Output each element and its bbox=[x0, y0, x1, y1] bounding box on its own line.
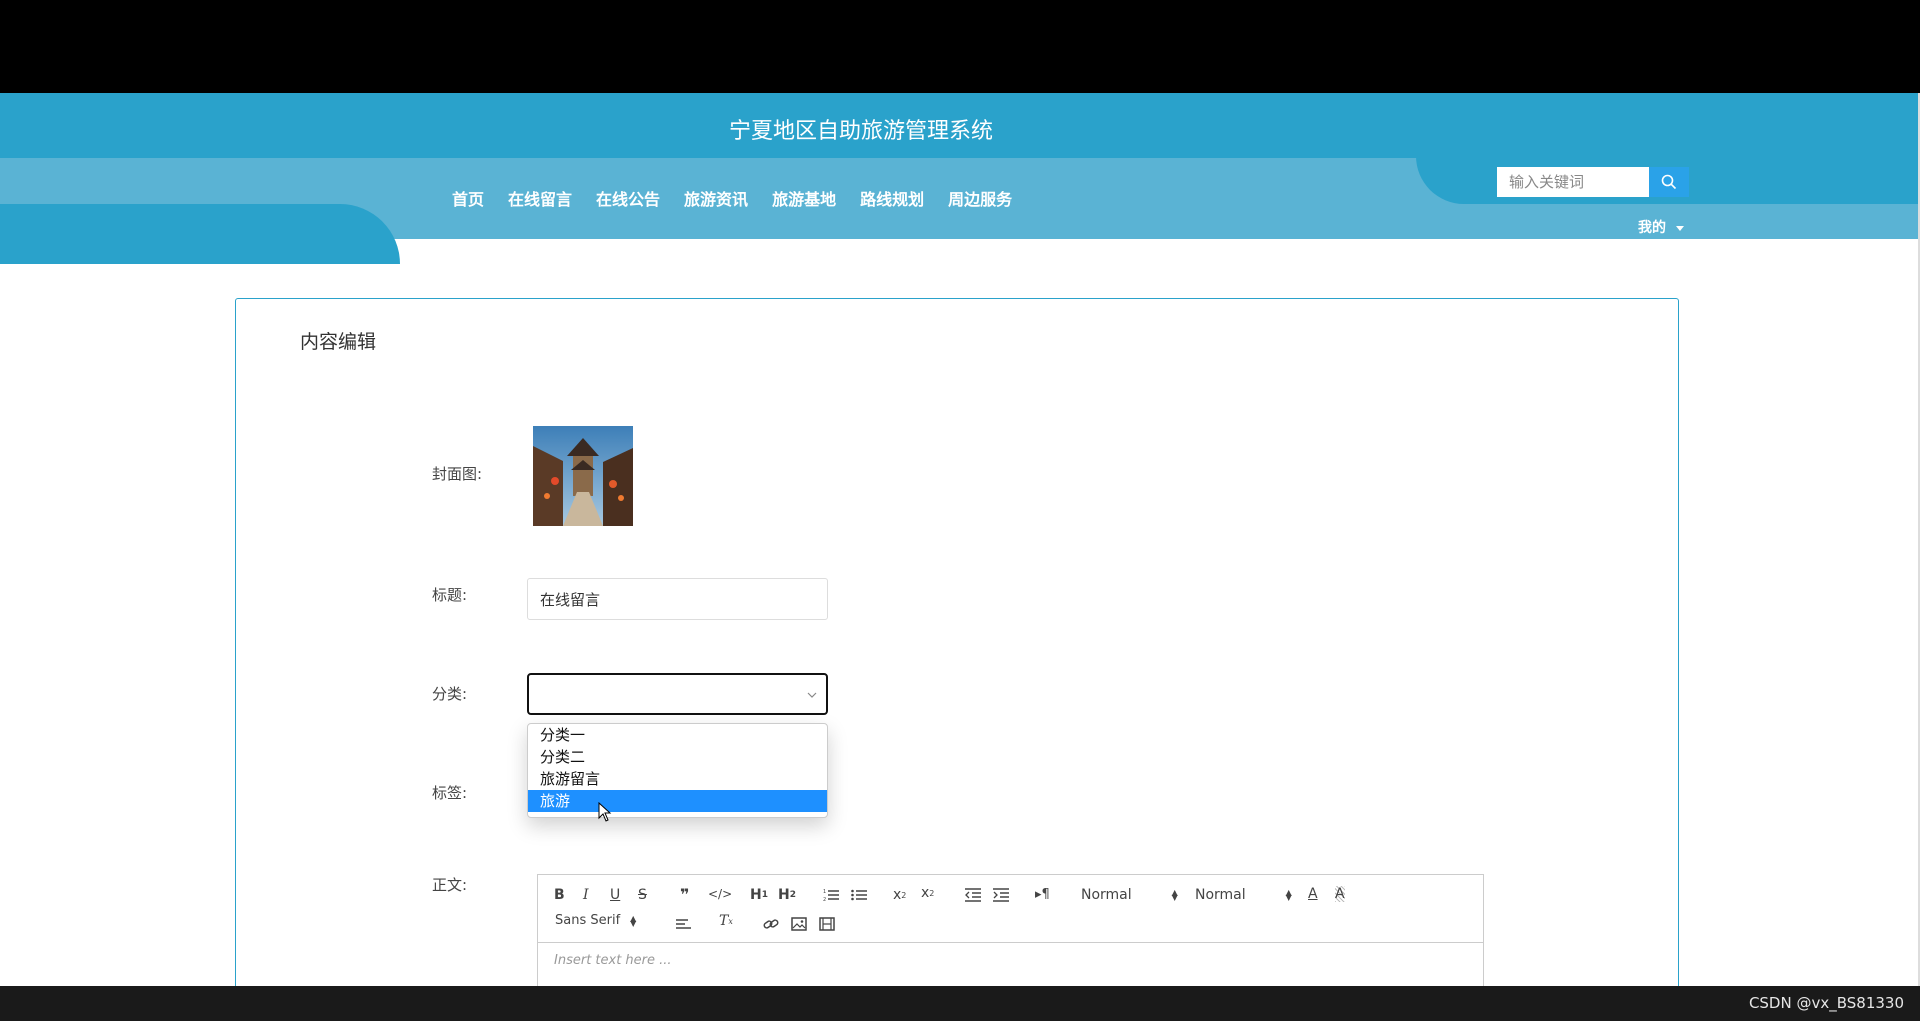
cover-picture bbox=[533, 426, 633, 526]
align-icon[interactable] bbox=[676, 917, 692, 931]
indent-icon[interactable] bbox=[993, 888, 1009, 902]
nav-item-services[interactable]: 周边服务 bbox=[948, 186, 1012, 210]
strike-icon[interactable]: S bbox=[638, 887, 647, 903]
category-select[interactable] bbox=[527, 673, 828, 715]
content-edit-card: 内容编辑 封面图: 标题: 在线留言 分类: 标签: 分类一 分类二 旅游留言 … bbox=[235, 298, 1679, 986]
nav-item-news[interactable]: 旅游资讯 bbox=[684, 186, 748, 210]
size-picker[interactable]: Normal ▲ ▼ bbox=[1195, 887, 1294, 903]
bold-icon[interactable]: B bbox=[554, 887, 565, 903]
video-icon[interactable] bbox=[819, 917, 835, 931]
tags-label: 标签: bbox=[432, 784, 468, 802]
nav-item-notices[interactable]: 在线公告 bbox=[596, 186, 660, 210]
subscript-icon[interactable]: x2 bbox=[893, 887, 906, 903]
heading2-icon[interactable]: H2 bbox=[778, 887, 796, 903]
watermark-text: CSDN @vx_BS81330 bbox=[1748, 994, 1904, 1012]
background-color-icon[interactable]: A bbox=[1335, 886, 1345, 902]
cover-image[interactable] bbox=[533, 426, 633, 526]
nav-item-messages[interactable]: 在线留言 bbox=[508, 186, 572, 210]
screen: 宁夏地区自助旅游管理系统 首页 在线留言 在线公告 旅游资讯 旅游基地 路线规划… bbox=[0, 0, 1920, 1021]
mine-menu[interactable]: 我的 bbox=[1638, 217, 1684, 237]
mouse-cursor-icon bbox=[598, 802, 612, 822]
nav-item-home[interactable]: 首页 bbox=[452, 186, 484, 210]
nav-left-decoration bbox=[0, 204, 400, 264]
svg-text:1: 1 bbox=[823, 889, 826, 895]
category-dropdown: 分类一 分类二 旅游留言 旅游 bbox=[527, 723, 828, 818]
editor-body[interactable]: Insert text here ... bbox=[538, 943, 1483, 978]
top-black-area bbox=[0, 0, 1920, 93]
ordered-list-icon[interactable]: 12 bbox=[823, 888, 839, 902]
size-picker-value: Normal bbox=[1195, 887, 1246, 903]
body-label: 正文: bbox=[432, 876, 468, 894]
title-label: 标题: bbox=[432, 586, 468, 604]
svg-text:2: 2 bbox=[823, 897, 826, 902]
clear-format-icon[interactable]: Tx bbox=[719, 913, 733, 929]
font-picker[interactable]: Sans Serif ▲ ▼ bbox=[555, 913, 638, 928]
header-picker-value: Normal bbox=[1081, 887, 1132, 903]
nav-bar: 首页 在线留言 在线公告 旅游资讯 旅游基地 路线规划 周边服务 我的 bbox=[0, 156, 1918, 264]
text-color-icon[interactable]: A bbox=[1308, 886, 1318, 902]
mine-label: 我的 bbox=[1638, 220, 1666, 236]
heading1-icon[interactable]: H1 bbox=[750, 887, 768, 903]
nav-item-routes[interactable]: 路线规划 bbox=[860, 186, 924, 210]
link-icon[interactable] bbox=[763, 916, 779, 932]
code-icon[interactable]: </> bbox=[708, 887, 732, 901]
nav-item-bases[interactable]: 旅游基地 bbox=[772, 186, 836, 210]
editor-toolbar: B I U S ❞ </> H1 H2 12 x2 x2 ▸¶ Normal ▲… bbox=[538, 875, 1483, 943]
category-option-1[interactable]: 分类一 bbox=[528, 724, 827, 746]
search-input[interactable] bbox=[1497, 167, 1649, 197]
outdent-icon[interactable] bbox=[965, 888, 981, 902]
category-option-4[interactable]: 旅游 bbox=[528, 790, 827, 812]
font-picker-value: Sans Serif bbox=[555, 913, 621, 928]
text-direction-icon[interactable]: ▸¶ bbox=[1035, 887, 1050, 902]
picker-arrows-icon: ▲ ▼ bbox=[1285, 888, 1292, 902]
chevron-down-icon bbox=[807, 692, 817, 698]
category-option-3[interactable]: 旅游留言 bbox=[528, 768, 827, 790]
site-title: 宁夏地区自助旅游管理系统 bbox=[728, 119, 993, 144]
category-option-2[interactable]: 分类二 bbox=[528, 746, 827, 768]
image-icon[interactable] bbox=[791, 917, 807, 931]
header-title-bar: 宁夏地区自助旅游管理系统 bbox=[0, 93, 1918, 158]
editor-placeholder: Insert text here ... bbox=[554, 953, 672, 968]
page: 宁夏地区自助旅游管理系统 首页 在线留言 在线公告 旅游资讯 旅游基地 路线规划… bbox=[0, 93, 1918, 986]
card-title: 内容编辑 bbox=[300, 331, 377, 353]
italic-icon[interactable]: I bbox=[583, 887, 589, 903]
rich-text-editor: B I U S ❞ </> H1 H2 12 x2 x2 ▸¶ Normal ▲… bbox=[537, 874, 1484, 986]
search-icon bbox=[1661, 174, 1677, 190]
bottom-bar: CSDN @vx_BS81330 bbox=[0, 986, 1920, 1021]
underline-icon[interactable]: U bbox=[610, 887, 620, 903]
header-picker[interactable]: Normal ▲ ▼ bbox=[1081, 887, 1180, 903]
title-input-value: 在线留言 bbox=[540, 590, 601, 609]
cover-label: 封面图: bbox=[432, 465, 483, 483]
search-button[interactable] bbox=[1649, 167, 1689, 197]
title-input[interactable]: 在线留言 bbox=[527, 578, 828, 620]
category-label: 分类: bbox=[432, 685, 468, 703]
picker-arrows-icon: ▲ ▼ bbox=[1171, 888, 1178, 902]
picker-arrows-icon: ▲ ▼ bbox=[630, 913, 637, 928]
superscript-icon[interactable]: x2 bbox=[921, 885, 934, 901]
blockquote-icon[interactable]: ❞ bbox=[680, 885, 689, 904]
nav-menu: 首页 在线留言 在线公告 旅游资讯 旅游基地 路线规划 周边服务 bbox=[452, 186, 1036, 210]
caret-down-icon bbox=[1676, 225, 1684, 231]
bullet-list-icon[interactable] bbox=[851, 888, 867, 902]
